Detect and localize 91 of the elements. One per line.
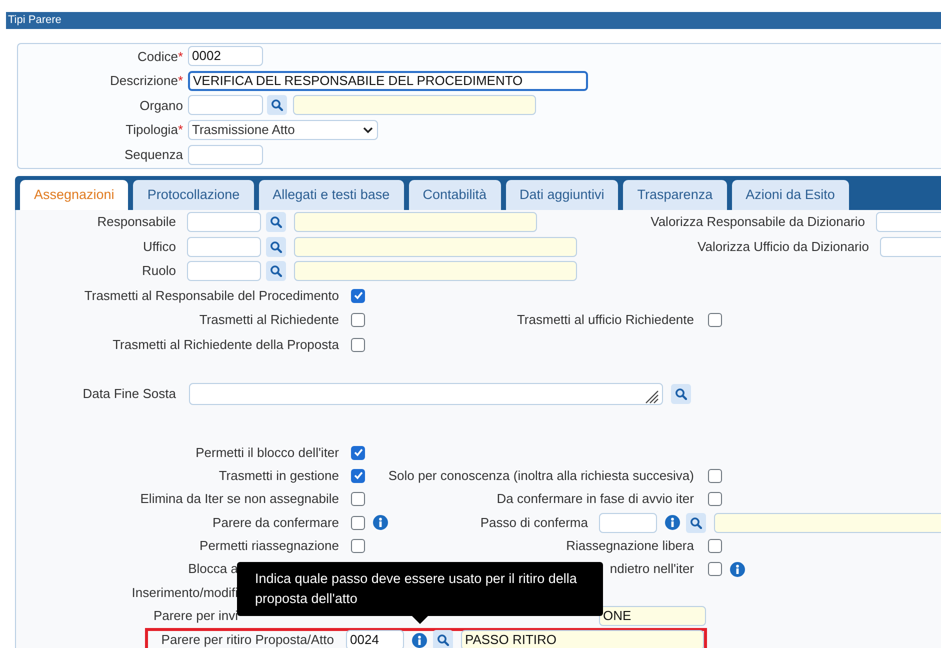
- tab[interactable]: Protocollazione: [133, 180, 254, 210]
- input-field[interactable]: [599, 512, 657, 532]
- checkbox-label: ndietro nell'iter: [610, 561, 694, 576]
- input-field[interactable]: [188, 144, 263, 165]
- checkbox[interactable]: [708, 562, 722, 576]
- checkbox-label: Permetti riassegnazione: [200, 538, 339, 554]
- search-button[interactable]: [671, 384, 691, 404]
- field-label: Inserimento/modifi: [132, 584, 238, 600]
- field-label: Tipologia: [126, 122, 178, 138]
- search-button[interactable]: [266, 261, 286, 282]
- required-mark: *: [178, 122, 183, 138]
- checkbox[interactable]: [351, 538, 365, 553]
- checkbox[interactable]: [351, 492, 365, 506]
- search-icon: [271, 99, 283, 112]
- checkbox[interactable]: [708, 313, 722, 328]
- description-field[interactable]: ONE: [599, 606, 706, 626]
- tooltip-text: Indica quale passo deve essere usato per il ritiro della proposta dell'atto: [255, 571, 577, 606]
- field-label: Sequenza: [124, 146, 183, 162]
- description-field[interactable]: PASSO RITIRO: [461, 630, 704, 648]
- tab[interactable]: Assegnazioni: [20, 180, 128, 210]
- description-field[interactable]: [294, 212, 537, 232]
- textarea-field[interactable]: [189, 382, 663, 405]
- search-icon: [270, 265, 282, 278]
- select-field[interactable]: Trasmissione Atto: [188, 120, 378, 140]
- search-button[interactable]: [266, 212, 286, 232]
- search-button[interactable]: [686, 512, 706, 532]
- checkbox[interactable]: [708, 492, 722, 506]
- description-field[interactable]: [294, 261, 577, 282]
- checkbox[interactable]: [351, 288, 365, 303]
- checkbox-label: Permetti il blocco dell'iter: [196, 444, 339, 460]
- input-field[interactable]: [880, 236, 941, 257]
- search-icon: [270, 216, 282, 228]
- field-label: Descrizione: [110, 73, 178, 88]
- window-title: Tipi Parere: [6, 12, 941, 29]
- checkbox-label: Riassegnazione libera: [566, 538, 694, 554]
- field-label: Blocca a: [188, 561, 238, 576]
- input-field[interactable]: [188, 95, 263, 116]
- checkbox-label: Solo per conoscenza (inoltra alla richiesta succesiva): [388, 468, 694, 484]
- input-field[interactable]: VERIFICA DEL RESPONSABILE DEL PROCEDIMENTO: [188, 70, 588, 91]
- checkbox-label: Trasmetti al Richiedente: [199, 312, 339, 328]
- description-field[interactable]: [294, 236, 577, 257]
- field-label: Parere per invi: [153, 608, 238, 623]
- search-button[interactable]: [266, 236, 286, 257]
- search-button[interactable]: [267, 95, 287, 116]
- input-field[interactable]: [187, 236, 261, 257]
- tab[interactable]: Dati aggiuntivi: [506, 180, 618, 210]
- checkbox[interactable]: [708, 468, 722, 483]
- field-label: Ruolo: [142, 263, 176, 278]
- select-value: Trasmissione Atto: [192, 121, 295, 140]
- search-icon: [690, 516, 702, 528]
- field-label: Uffico: [143, 238, 176, 254]
- checkbox[interactable]: [351, 338, 365, 352]
- tab[interactable]: Allegati e testi base: [258, 180, 404, 210]
- checkbox-label: Da confermare in fase di avvio iter: [496, 491, 694, 506]
- checkbox[interactable]: [708, 538, 722, 553]
- checkbox-label: Trasmetti al Richiedente della Proposta: [112, 336, 339, 352]
- input-field[interactable]: [187, 212, 261, 232]
- field-label: Passo di conferma: [480, 514, 588, 530]
- tab[interactable]: Contabilità: [408, 180, 500, 210]
- search-icon: [270, 240, 282, 253]
- search-button[interactable]: [433, 630, 453, 648]
- description-field[interactable]: [293, 95, 536, 116]
- chevron-icon: [362, 125, 374, 136]
- checkbox[interactable]: [351, 516, 365, 530]
- checkbox-label: Parere da confermare: [212, 514, 339, 530]
- input-field[interactable]: 0024: [346, 630, 404, 648]
- field-label: Data Fine Sosta: [82, 386, 176, 402]
- input-field[interactable]: [876, 212, 941, 232]
- input-field[interactable]: 0002: [188, 46, 263, 66]
- field-label: Organo: [140, 98, 183, 113]
- field-label: Valorizza Ufficio da Dizionario: [698, 238, 869, 256]
- checkbox-label: Trasmetti al ufficio Richiedente: [516, 312, 694, 328]
- description-field[interactable]: [714, 512, 941, 532]
- field-label: Responsabile: [97, 214, 176, 230]
- checkbox-label: Trasmetti al Responsabile del Procedimento: [84, 288, 339, 303]
- tab[interactable]: Trasparenza: [623, 180, 727, 210]
- search-icon: [437, 634, 449, 646]
- checkbox[interactable]: [351, 446, 365, 460]
- checkbox[interactable]: [351, 313, 365, 328]
- required-mark: *: [178, 73, 183, 88]
- input-field[interactable]: [187, 261, 261, 282]
- field-label: Codice: [137, 48, 178, 64]
- field-label: Valorizza Responsabile da Dizionario: [650, 213, 865, 232]
- resize-grip-icon: [645, 390, 659, 404]
- checkbox[interactable]: [351, 468, 365, 483]
- required-mark: *: [178, 48, 183, 64]
- search-icon: [675, 388, 687, 400]
- checkbox-label: Elimina da Iter se non assegnabile: [140, 491, 339, 506]
- checkbox-label: Trasmetti in gestione: [218, 468, 339, 484]
- tab[interactable]: Azioni da Esito: [732, 180, 849, 210]
- field-label: Parere per ritiro Proposta/Atto: [161, 632, 334, 648]
